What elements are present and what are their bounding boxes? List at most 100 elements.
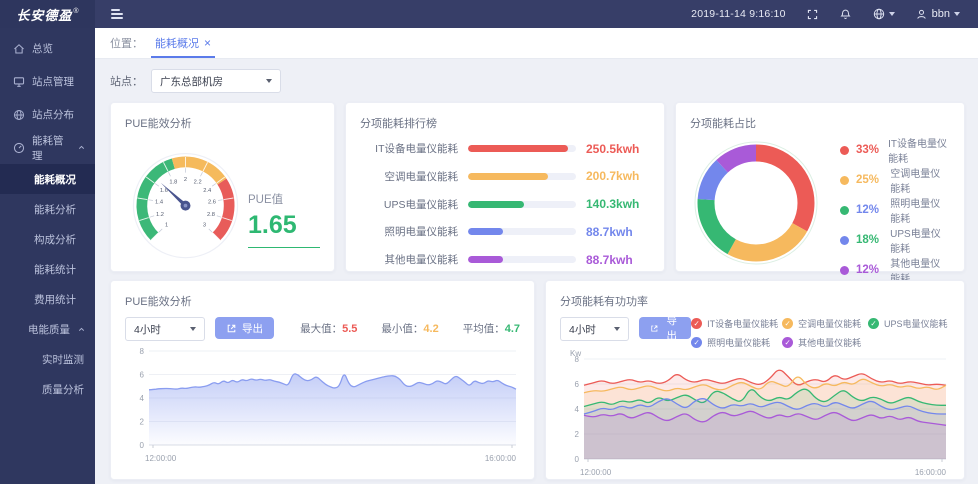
card-title: PUE能效分析 (125, 293, 520, 309)
user-icon (915, 8, 928, 21)
pue-gauge-chart: 11.21.41.61.822.22.42.62.83 (125, 131, 246, 271)
svg-text:1.2: 1.2 (156, 212, 164, 218)
ranking-row: UPS电量仪能耗140.3kwh (360, 197, 650, 212)
svg-text:Kw: Kw (570, 349, 581, 358)
close-tab-icon[interactable]: × (204, 37, 211, 49)
legend-label: 其他电量仪能耗 (798, 336, 861, 349)
ranking-bar-fill (468, 256, 503, 263)
power-legend-item[interactable]: ✓UPS电量仪能耗 (868, 317, 950, 330)
power-legend-item[interactable]: ✓照明电量仪能耗 (691, 336, 778, 349)
topbar-right: 2019-11-14 9:16:10 bbn (691, 7, 978, 21)
datetime-text: 2019-11-14 9:16:10 (691, 8, 785, 20)
menu-collapse-icon[interactable] (111, 9, 123, 19)
ranking-bar-fill (468, 201, 524, 208)
sidebar-item[interactable]: 能耗管理 (0, 131, 95, 164)
donut-wrap: 33%IT设备电量仪能耗25%空调电量仪能耗12%照明电量仪能耗18%UPS电量… (690, 135, 950, 271)
fullscreen-icon[interactable] (806, 8, 819, 21)
legend-dot (840, 236, 849, 245)
svg-text:1.4: 1.4 (155, 199, 164, 205)
svg-text:16:00:00: 16:00:00 (485, 454, 517, 463)
legend-percent: 12% (856, 204, 883, 216)
sidebar-item[interactable]: 站点分布 (0, 98, 95, 131)
sidebar-item[interactable]: 能耗概况 (0, 164, 95, 194)
svg-text:2.6: 2.6 (208, 199, 216, 205)
svg-text:4: 4 (140, 394, 145, 403)
app-logo: 长安德盈 ® (0, 0, 95, 28)
card-pue-trend: PUE能效分析 4小时 导出 最大值：5.5最小值：4.2平均值：4.7 024… (110, 280, 535, 480)
svg-text:2: 2 (184, 177, 187, 183)
ranking-value: 140.3kwh (586, 197, 650, 211)
ranking-bar-track (468, 201, 576, 208)
donut-legend-item[interactable]: 12%照明电量仪能耗 (840, 195, 950, 225)
card-title: 分项能耗占比 (690, 115, 950, 131)
ranking-value: 88.7kwh (586, 225, 650, 239)
sidebar-item[interactable]: 能耗分析 (0, 194, 95, 224)
ranking-row: IT设备电量仪能耗250.5kwh (360, 141, 650, 156)
export-button[interactable]: 导出 (215, 317, 274, 339)
donut-legend: 33%IT设备电量仪能耗25%空调电量仪能耗12%照明电量仪能耗18%UPS电量… (840, 135, 950, 271)
sidebar-item[interactable]: 实时监测 (0, 344, 95, 374)
power-legend-item[interactable]: ✓空调电量仪能耗 (782, 317, 864, 330)
site-select-value: 广东总部机房 (160, 74, 223, 89)
sidebar-item[interactable]: 费用统计 (0, 284, 95, 314)
card-title: PUE能效分析 (125, 115, 320, 131)
ranking-value: 250.5kwh (586, 142, 650, 156)
donut-legend-item[interactable]: 33%IT设备电量仪能耗 (840, 135, 950, 165)
ranking-bar-track (468, 173, 576, 180)
caret-down-icon (954, 12, 960, 16)
donut-legend-item[interactable]: 25%空调电量仪能耗 (840, 165, 950, 195)
export-label: 导出 (664, 313, 681, 343)
legend-label: 照明电量仪能耗 (707, 336, 770, 349)
stat-label: 平均值： (463, 323, 505, 335)
sidebar-item-label: 站点分布 (32, 107, 74, 122)
donut-legend-item[interactable]: 18%UPS电量仪能耗 (840, 225, 950, 255)
logo-text: 长安德盈 (16, 5, 72, 24)
check-circle-icon: ✓ (691, 318, 702, 329)
legend-dot (840, 206, 849, 215)
sidebar-item[interactable]: 能耗统计 (0, 254, 95, 284)
export-icon (650, 323, 659, 334)
user-menu[interactable]: bbn (915, 8, 960, 21)
sidebar-item-label: 能耗统计 (34, 262, 76, 277)
tab-energy-overview[interactable]: 能耗概况 × (153, 28, 213, 58)
caret-down-icon (614, 327, 620, 331)
language-globe-icon[interactable] (872, 7, 895, 21)
sidebar-item[interactable]: 站点管理 (0, 65, 95, 98)
svg-text:0: 0 (140, 441, 145, 450)
stat-item: 最小值：4.2 (381, 321, 438, 336)
sidebar-item-label: 站点管理 (32, 74, 74, 89)
pue-trend-chart: 0246812:00:0016:00:00 (125, 341, 522, 467)
power-legend-item[interactable]: ✓其他电量仪能耗 (782, 336, 864, 349)
sidebar-item[interactable]: 电能质量 (0, 314, 95, 344)
ranking-label: 照明电量仪能耗 (360, 224, 458, 239)
caret-down-icon (190, 327, 196, 331)
site-select[interactable]: 广东总部机房 (151, 69, 281, 93)
sidebar-item[interactable]: 质量分析 (0, 374, 95, 404)
ranking-label: 空调电量仪能耗 (360, 169, 458, 184)
legend-percent: 18% (856, 234, 883, 246)
energy-share-donut-chart (690, 137, 822, 269)
stat-label: 最小值： (381, 323, 423, 335)
svg-text:2.2: 2.2 (194, 180, 202, 186)
sidebar-item[interactable]: 总览 (0, 32, 95, 65)
check-circle-icon: ✓ (868, 318, 879, 329)
power-legend-item[interactable]: ✓IT设备电量仪能耗 (691, 317, 778, 330)
svg-text:4: 4 (575, 405, 580, 414)
caret-down-icon (889, 12, 895, 16)
sidebar-item-label: 电能质量 (28, 322, 70, 337)
chevron-up-icon (77, 325, 86, 334)
bell-icon[interactable] (839, 8, 852, 21)
interval-select[interactable]: 4小时 (125, 317, 205, 341)
legend-dot (840, 176, 849, 185)
interval-select[interactable]: 4小时 (560, 317, 629, 341)
export-button[interactable]: 导出 (639, 317, 691, 339)
chevron-up-icon (77, 143, 86, 152)
ranking-bar-track (468, 145, 576, 152)
stat-item: 最大值：5.5 (300, 321, 357, 336)
username-text: bbn (932, 8, 950, 20)
export-icon (226, 323, 237, 334)
sidebar-item[interactable]: 构成分析 (0, 224, 95, 254)
sidebar-item-label: 能耗管理 (32, 133, 71, 163)
ranking-value: 200.7kwh (586, 169, 650, 183)
sidebar: 总览站点管理站点分布能耗管理能耗概况能耗分析构成分析能耗统计费用统计电能质量实时… (0, 28, 95, 484)
